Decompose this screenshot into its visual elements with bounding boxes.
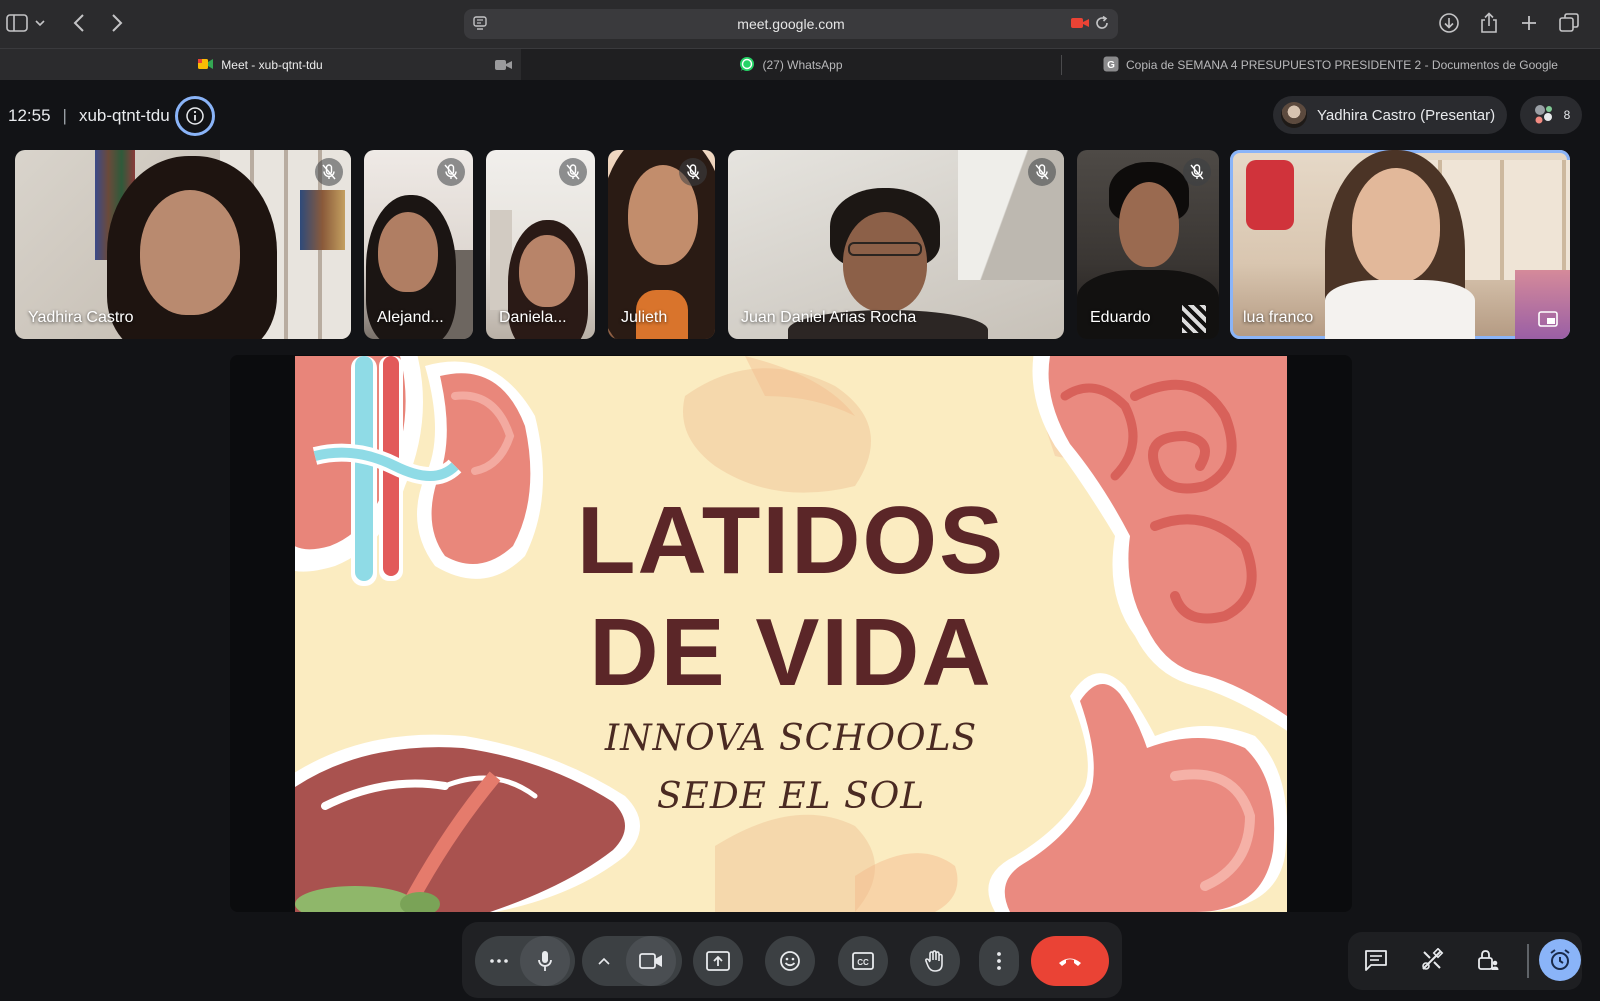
people-icon bbox=[1532, 103, 1556, 128]
screen: meet.google.com Meet - xub-qtnt-tdu (27)… bbox=[0, 0, 1600, 1001]
google-meet-icon bbox=[198, 58, 214, 73]
alarm-icon bbox=[1550, 949, 1570, 970]
emoji-icon bbox=[780, 951, 800, 971]
participant-name: lua franco bbox=[1243, 309, 1314, 326]
toolbar-divider bbox=[1527, 944, 1529, 978]
participant-tile[interactable]: Alejand... bbox=[364, 150, 473, 339]
participant-tile[interactable]: Eduardo bbox=[1077, 150, 1219, 339]
participant-name: Eduardo bbox=[1090, 309, 1151, 326]
present-screen-button[interactable] bbox=[693, 936, 743, 986]
presenter-label: Yadhira Castro (Presentar) bbox=[1317, 106, 1496, 124]
presenter-chip[interactable]: Yadhira Castro (Presentar) bbox=[1273, 96, 1508, 134]
presenter-avatar bbox=[1281, 102, 1307, 128]
mic-off-icon bbox=[1183, 158, 1211, 186]
more-options-button[interactable] bbox=[979, 936, 1019, 986]
address-bar[interactable]: meet.google.com bbox=[464, 9, 1118, 39]
tab-docs-title: Copia de SEMANA 4 PRESUPUESTO PRESIDENTE… bbox=[1126, 58, 1558, 72]
slide-subtitle-line2: SEDE EL SOL bbox=[656, 776, 926, 817]
participant-name: Daniela... bbox=[499, 309, 567, 326]
videocam-icon bbox=[639, 953, 662, 969]
info-icon bbox=[185, 107, 204, 125]
chevron-down-icon[interactable] bbox=[32, 10, 48, 36]
reactions-button[interactable] bbox=[765, 936, 815, 986]
back-icon[interactable] bbox=[66, 10, 92, 36]
slide-title-line1: LATIDOS bbox=[576, 487, 1006, 594]
lock-person-icon bbox=[1478, 950, 1499, 970]
captions-button[interactable]: CC bbox=[838, 936, 888, 986]
tab-google-docs[interactable]: G Copia de SEMANA 4 PRESUPUESTO PRESIDEN… bbox=[1061, 49, 1600, 81]
picture-in-picture-icon[interactable] bbox=[1536, 309, 1560, 329]
call-end-icon bbox=[1059, 958, 1081, 966]
participant-name: Alejand... bbox=[377, 309, 444, 326]
svg-text:CC: CC bbox=[857, 958, 869, 967]
closed-caption-icon: CC bbox=[852, 952, 874, 970]
whatsapp-icon bbox=[739, 56, 755, 75]
participants-count: 8 bbox=[1563, 108, 1571, 122]
more-horiz-icon bbox=[490, 959, 508, 963]
chat-button[interactable] bbox=[1356, 940, 1396, 980]
meeting-details-button[interactable] bbox=[174, 96, 215, 136]
participant-name: Julieth bbox=[621, 309, 668, 326]
raise-hand-button[interactable] bbox=[910, 936, 960, 986]
meeting-info: 12:55 | xub-qtnt-tdu bbox=[8, 96, 215, 136]
chevron-up-icon bbox=[598, 957, 610, 965]
mic-off-icon bbox=[1028, 158, 1056, 186]
url-text: meet.google.com bbox=[737, 16, 845, 32]
activities-icon bbox=[1422, 948, 1444, 970]
forward-icon[interactable] bbox=[104, 10, 130, 36]
presentation-slide: LATIDOS DE VIDA INNOVA SCHOOLS SEDE EL S… bbox=[295, 356, 1287, 912]
activities-button[interactable] bbox=[1412, 940, 1452, 980]
mic-off-icon bbox=[315, 158, 343, 186]
participant-tile[interactable]: Julieth bbox=[608, 150, 715, 339]
more-vert-icon bbox=[997, 952, 1001, 970]
meeting-code: xub-qtnt-tdu bbox=[78, 106, 170, 125]
audio-options-button[interactable] bbox=[484, 949, 514, 973]
video-options-button[interactable] bbox=[592, 951, 616, 971]
microphone-icon bbox=[538, 951, 552, 971]
camera-in-use-icon[interactable] bbox=[1070, 16, 1090, 35]
svg-text:G: G bbox=[1107, 60, 1115, 71]
host-controls-button[interactable] bbox=[1468, 940, 1508, 980]
hand-icon bbox=[925, 950, 943, 972]
participant-tile[interactable]: Juan Daniel Arias Rocha bbox=[728, 150, 1064, 339]
browser-toolbar: meet.google.com bbox=[0, 0, 1600, 48]
tab-strip: Meet - xub-qtnt-tdu (27) WhatsApp G Copi… bbox=[0, 48, 1600, 81]
tab-camera-icon bbox=[495, 59, 513, 74]
google-docs-icon: G bbox=[1103, 56, 1119, 75]
tab-meet[interactable]: Meet - xub-qtnt-tdu bbox=[0, 49, 521, 81]
mic-off-icon bbox=[437, 158, 465, 186]
new-tab-icon[interactable] bbox=[1516, 10, 1542, 36]
download-icon[interactable] bbox=[1436, 10, 1462, 36]
sidebar-icon[interactable] bbox=[4, 10, 30, 36]
meeting-time: 12:55 bbox=[8, 106, 51, 125]
slide-subtitle-line1: INNOVA SCHOOLS bbox=[604, 718, 978, 759]
participant-tile[interactable]: Yadhira Castro bbox=[15, 150, 351, 339]
reload-icon[interactable] bbox=[1094, 15, 1110, 36]
tab-whatsapp-title: (27) WhatsApp bbox=[762, 58, 843, 72]
participant-tile-active[interactable]: lua franco bbox=[1230, 150, 1570, 339]
mic-off-icon bbox=[679, 158, 707, 186]
share-icon[interactable] bbox=[1476, 10, 1502, 36]
alarm-button[interactable] bbox=[1539, 939, 1581, 981]
slide-title-line2: DE VIDA bbox=[589, 599, 993, 706]
camera-button[interactable] bbox=[626, 936, 676, 986]
tab-overview-icon[interactable] bbox=[1556, 10, 1582, 36]
tab-meet-title: Meet - xub-qtnt-tdu bbox=[221, 58, 323, 72]
chat-icon bbox=[1365, 950, 1387, 971]
microphone-button[interactable] bbox=[520, 936, 570, 986]
participant-tile[interactable]: Daniela... bbox=[486, 150, 595, 339]
present-to-all-icon bbox=[706, 951, 730, 971]
participant-name: Yadhira Castro bbox=[28, 309, 134, 326]
mic-off-icon bbox=[559, 158, 587, 186]
participant-name: Juan Daniel Arias Rocha bbox=[741, 309, 917, 326]
tab-whatsapp[interactable]: (27) WhatsApp bbox=[521, 49, 1061, 81]
leave-call-button[interactable] bbox=[1031, 936, 1109, 986]
people-button[interactable]: 8 bbox=[1520, 96, 1582, 134]
